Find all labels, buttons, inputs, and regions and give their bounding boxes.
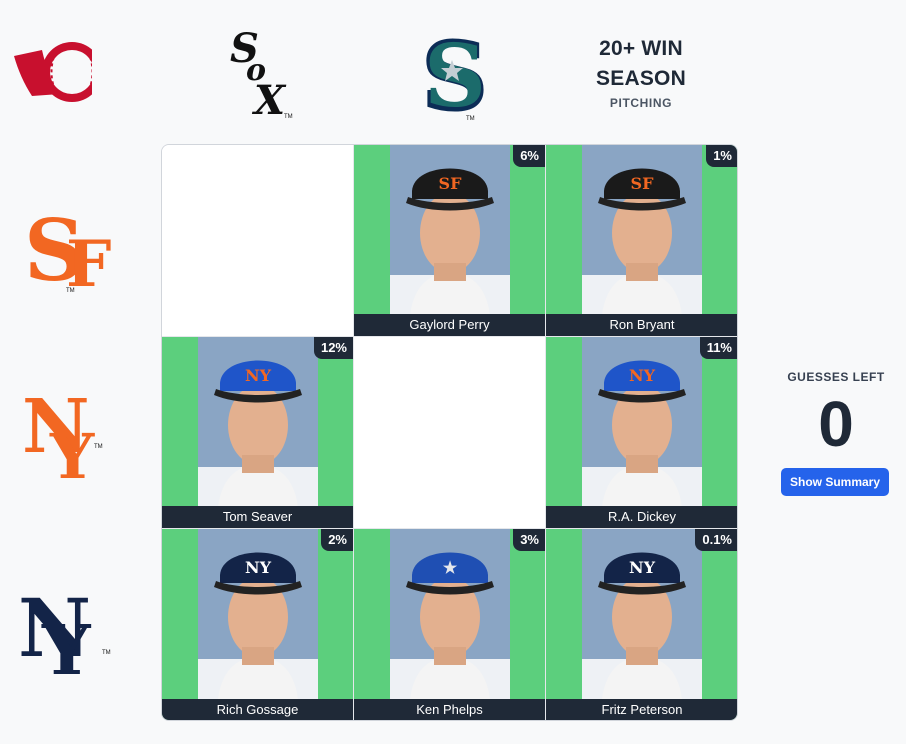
grid-cell-answered[interactable]: NY 0.1% Fritz Peterson <box>546 529 737 720</box>
player-photo: SF <box>390 145 510 315</box>
criteria-subtitle: PITCHING <box>609 96 673 110</box>
svg-text:★: ★ <box>443 558 458 577</box>
giants-logo-icon: S F TM <box>18 186 118 302</box>
baseball-brand-logo-icon <box>12 38 108 106</box>
rarity-badge: 12% <box>313 337 353 359</box>
mariners-logo-icon: S S TM <box>416 20 489 133</box>
grid-cell-empty[interactable] <box>354 337 546 529</box>
rarity-badge: 2% <box>321 529 353 551</box>
rarity-badge: 11% <box>699 337 737 359</box>
yankees-logo-icon: N Y TM <box>18 574 118 691</box>
grid-cell-answered[interactable]: NY 2% Rich Gossage <box>162 529 354 720</box>
guesses-left-count: 0 <box>818 388 854 460</box>
svg-text:NY: NY <box>245 366 272 385</box>
svg-text:NY: NY <box>629 366 656 385</box>
grid-cell-answered[interactable]: ★ 3% Ken Phelps <box>354 529 546 720</box>
grid-cell-answered[interactable]: SF 1% Ron Bryant <box>546 145 737 337</box>
show-summary-button[interactable]: Show Summary <box>781 468 889 496</box>
rarity-badge: 6% <box>513 145 545 167</box>
grid-cell-answered[interactable]: NY 11% R.A. Dickey <box>546 337 737 529</box>
svg-text:TM: TM <box>94 444 103 450</box>
svg-text:TM: TM <box>102 650 111 656</box>
grid-cell-answered[interactable]: NY 12% Tom Seaver <box>162 337 354 529</box>
player-photo: NY <box>582 337 702 507</box>
rarity-badge: 3% <box>513 529 545 551</box>
svg-text:X: X <box>251 77 287 122</box>
guesses-left-label: GUESSES LEFT <box>787 370 885 384</box>
criteria-header: 20+ WIN SEASON PITCHING <box>566 34 716 110</box>
svg-text:NY: NY <box>629 558 656 577</box>
player-photo: SF <box>582 145 702 315</box>
criteria-title-line-1: 20+ WIN <box>599 37 683 60</box>
player-name: Tom Seaver <box>162 506 353 528</box>
immaculate-grid: SF 6% Gaylord Perry SF 1% Ron Bryant NY 12% Tom … <box>161 144 738 721</box>
svg-text:SF: SF <box>439 174 463 193</box>
player-name: Gaylord Perry <box>354 314 545 336</box>
player-name: Ron Bryant <box>546 314 737 336</box>
mets-logo-icon: N Y TM <box>18 378 118 493</box>
svg-text:Y: Y <box>41 611 92 684</box>
svg-text:TM: TM <box>284 114 293 120</box>
svg-text:NY: NY <box>245 558 272 577</box>
player-name: Rich Gossage <box>162 699 353 720</box>
svg-text:F: F <box>66 227 111 296</box>
svg-text:TM: TM <box>66 288 75 294</box>
rarity-badge: 0.1% <box>695 529 737 551</box>
criteria-title-line-2: SEASON <box>596 67 686 90</box>
player-photo: ★ <box>390 529 510 699</box>
svg-text:Y: Y <box>49 420 95 488</box>
player-name: R.A. Dickey <box>546 506 737 528</box>
player-name: Ken Phelps <box>354 699 545 720</box>
white-sox-logo-icon: S o X TM <box>222 22 294 124</box>
player-photo: NY <box>582 529 702 699</box>
svg-text:TM: TM <box>466 116 475 122</box>
player-photo: NY <box>198 529 318 699</box>
player-photo: NY <box>198 337 318 507</box>
player-name: Fritz Peterson <box>546 699 737 720</box>
grid-cell-empty[interactable] <box>162 145 354 337</box>
grid-cell-answered[interactable]: SF 6% Gaylord Perry <box>354 145 546 337</box>
rarity-badge: 1% <box>706 145 737 167</box>
svg-text:SF: SF <box>631 174 655 193</box>
